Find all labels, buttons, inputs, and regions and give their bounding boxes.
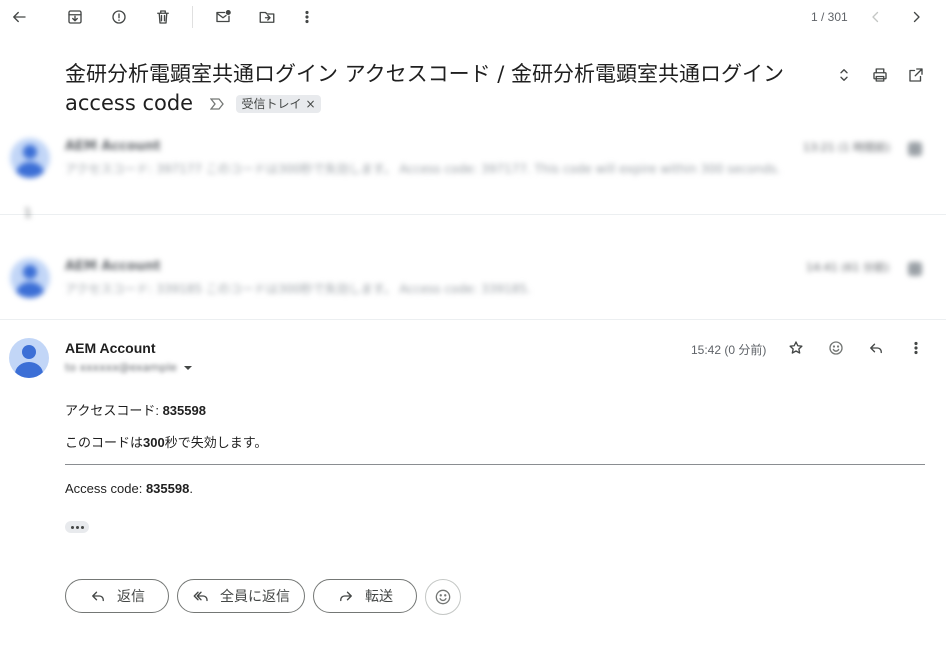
body-line-access-code-en: Access code: 835598. xyxy=(65,481,193,496)
reply-all-label: 全員に返信 xyxy=(220,588,290,604)
thread-divider xyxy=(0,214,946,215)
newer-button[interactable] xyxy=(864,5,888,29)
back-arrow-icon xyxy=(13,11,26,23)
move-to-icon xyxy=(259,11,275,23)
more-button[interactable] xyxy=(295,5,319,29)
body-text: 秒で失効します。 xyxy=(164,435,268,450)
avatar xyxy=(10,138,50,178)
body-text: アクセスコード: xyxy=(65,403,163,418)
print-button[interactable] xyxy=(868,63,892,87)
sender-avatar[interactable] xyxy=(9,338,49,378)
expiry-seconds: 300 xyxy=(143,435,165,450)
body-line-access-code-ja: アクセスコード: 835598 xyxy=(65,400,206,419)
recipient-text: to xxxxxx@example xyxy=(65,361,177,374)
delete-icon xyxy=(157,10,169,24)
label-chip-text: 受信トレイ xyxy=(241,97,302,111)
message-time: 15:42 (0 分前) xyxy=(691,343,767,357)
reply-label: 返信 xyxy=(117,588,145,604)
reply-icon xyxy=(92,591,104,602)
expand-all-button[interactable] xyxy=(832,63,856,87)
pagination: 1 / 301 xyxy=(811,10,848,24)
message-more-button[interactable] xyxy=(904,336,928,360)
importance-marker-icon[interactable] xyxy=(209,98,224,110)
show-trimmed-content-button[interactable] xyxy=(65,521,89,533)
label-remove-button[interactable]: × xyxy=(305,95,315,113)
star-button[interactable] xyxy=(784,336,808,360)
hidden-messages-count[interactable]: 1 xyxy=(24,206,32,220)
open-new-window-button[interactable] xyxy=(904,63,928,87)
more-vert-icon xyxy=(914,341,918,355)
add-reaction-button[interactable] xyxy=(824,336,848,360)
chevron-left-icon xyxy=(872,11,879,23)
body-text: . xyxy=(189,481,193,496)
label-chip-inbox[interactable]: 受信トレイ × xyxy=(236,95,321,113)
forward-icon xyxy=(340,591,352,602)
emoji-icon xyxy=(435,589,451,605)
avatar xyxy=(10,258,50,298)
collapsed-message[interactable]: AEM Account アクセスコード: 339185 このコードは300秒で失… xyxy=(0,250,946,308)
collapsed-sender: AEM Account xyxy=(65,259,161,274)
spam-icon xyxy=(112,10,126,24)
forward-label: 転送 xyxy=(365,588,393,604)
reply-all-button[interactable]: 全員に返信 xyxy=(177,579,305,613)
body-text: Access code: xyxy=(65,481,146,496)
forward-button[interactable]: 転送 xyxy=(313,579,417,613)
body-separator xyxy=(65,464,925,465)
back-button[interactable] xyxy=(7,5,31,29)
reply-button[interactable]: 返信 xyxy=(65,579,169,613)
collapsed-snippet: アクセスコード: 397177 このコードは300秒で失効します。 Access… xyxy=(65,162,781,176)
collapsed-time: 14:41 (61 分前) xyxy=(806,261,890,274)
expand-collapse-icon xyxy=(840,69,848,81)
collapsed-menu-icon[interactable] xyxy=(908,142,922,156)
recipient-line[interactable]: to xxxxxx@example xyxy=(65,361,193,374)
move-to-button[interactable] xyxy=(255,5,279,29)
toolbar-divider xyxy=(192,6,193,28)
archive-icon xyxy=(68,10,82,24)
mark-unread-icon xyxy=(216,9,231,23)
open-new-window-icon xyxy=(909,68,923,82)
more-vert-icon xyxy=(305,10,309,24)
collapsed-sender: AEM Account xyxy=(65,139,161,154)
reply-all-icon xyxy=(193,591,208,602)
access-code-value: 835598 xyxy=(145,481,190,496)
body-text: このコードは xyxy=(65,435,144,450)
body-line-expiry-ja: このコードは300秒で失効します。 xyxy=(65,432,267,451)
subject-heading: 金研分析電顕室共通ログイン アクセスコード / 金研分析電顕室共通ログイン ac… xyxy=(65,60,825,118)
reply-icon-button[interactable] xyxy=(864,336,888,360)
collapsed-time: 13:21 (1 時間前) xyxy=(803,141,891,154)
emoji-reaction-button[interactable] xyxy=(425,579,461,615)
archive-button[interactable] xyxy=(63,5,87,29)
report-spam-button[interactable] xyxy=(107,5,131,29)
delete-button[interactable] xyxy=(151,5,175,29)
mark-unread-button[interactable] xyxy=(211,5,235,29)
emoji-icon xyxy=(829,341,843,355)
collapsed-snippet: アクセスコード: 339185 このコードは300秒で失効します。 Access… xyxy=(65,282,531,296)
star-icon xyxy=(789,341,803,354)
collapsed-menu-icon[interactable] xyxy=(908,262,922,276)
older-button[interactable] xyxy=(904,5,928,29)
subject-text: 金研分析電顕室共通ログイン アクセスコード / 金研分析電顕室共通ログイン ac… xyxy=(65,62,785,115)
print-icon xyxy=(873,68,887,82)
reply-icon xyxy=(870,343,882,354)
sender-name[interactable]: AEM Account xyxy=(65,340,155,356)
thread-divider xyxy=(0,319,946,320)
chevron-right-icon xyxy=(913,11,920,23)
collapsed-message[interactable]: AEM Account アクセスコード: 397177 このコードは300秒で失… xyxy=(0,130,946,188)
access-code-value: 835598 xyxy=(162,403,206,418)
chevron-down-icon xyxy=(183,365,192,370)
